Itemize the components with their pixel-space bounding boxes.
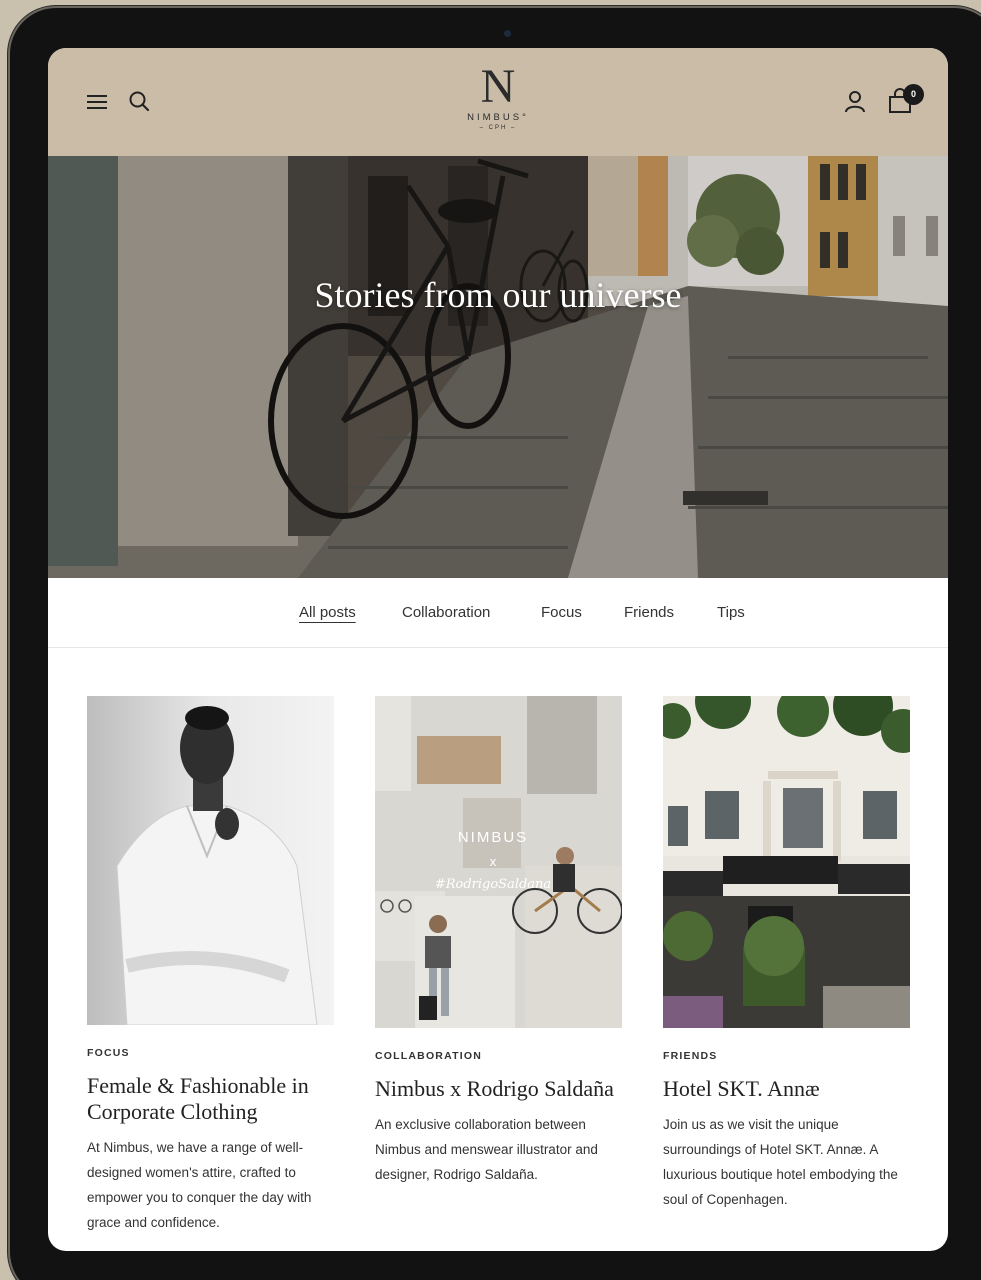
tab-focus[interactable]: Focus [541,604,582,621]
post-excerpt: Join us as we visit the unique surroundi… [663,1117,898,1207]
collage-text: x [490,854,497,869]
tab-tips[interactable]: Tips [717,604,745,621]
blog-filter-tabs: All posts Collaboration Focus Friends Ti… [48,578,948,648]
post-card[interactable]: NIMBUS x #RodrigoSaldana COLLABORATION N… [375,696,622,1187]
post-title[interactable]: Nimbus x Rodrigo Saldaña [375,1076,622,1102]
site-logo[interactable]: N NIMBUS° – CPH – [428,62,568,142]
post-card[interactable]: FRIENDS Hotel SKT. Annæ Join us as we vi… [663,696,910,1212]
logo-mark: N [480,60,516,113]
hero-banner: Stories from our universe [48,156,948,578]
hotel-photo [663,696,910,1028]
post-category[interactable]: FRIENDS [663,1050,910,1062]
post-excerpt: An exclusive collaboration between Nimbu… [375,1117,598,1182]
tab-friends[interactable]: Friends [624,604,674,621]
portrait-photo [87,696,334,1025]
site-header: N NIMBUS° – CPH – 0 [48,48,948,156]
post-category[interactable]: COLLABORATION [375,1050,622,1062]
cart-count-badge: 0 [903,84,924,105]
post-image[interactable] [663,696,910,1028]
logo-subtitle: – CPH – [479,125,517,131]
post-title[interactable]: Female & Fashionable in Corporate Clothi… [87,1073,334,1125]
hero-title: Stories from our universe [314,275,682,315]
post-excerpt: At Nimbus, we have a range of well-desig… [87,1140,312,1230]
screen: N NIMBUS° – CPH – 0 Stories from our uni… [48,48,948,1251]
camera-dot [504,30,511,37]
post-title[interactable]: Hotel SKT. Annæ [663,1076,910,1102]
search-icon[interactable] [128,90,150,112]
collage-text: #RodrigoSaldana [435,877,551,892]
user-icon[interactable] [844,90,866,114]
tab-all-posts[interactable]: All posts [299,604,356,621]
tab-collaboration[interactable]: Collaboration [402,604,490,621]
post-image[interactable] [87,696,334,1025]
post-category[interactable]: FOCUS [87,1047,334,1059]
menu-icon[interactable] [86,92,108,112]
hero-street-image [48,156,948,578]
post-card[interactable]: FOCUS Female & Fashionable in Corporate … [87,696,334,1235]
collage-text: NIMBUS [458,829,528,846]
logo-wordmark: NIMBUS° [467,112,529,123]
collage-photo: NIMBUS x #RodrigoSaldana [375,696,622,1028]
post-image[interactable]: NIMBUS x #RodrigoSaldana [375,696,622,1028]
